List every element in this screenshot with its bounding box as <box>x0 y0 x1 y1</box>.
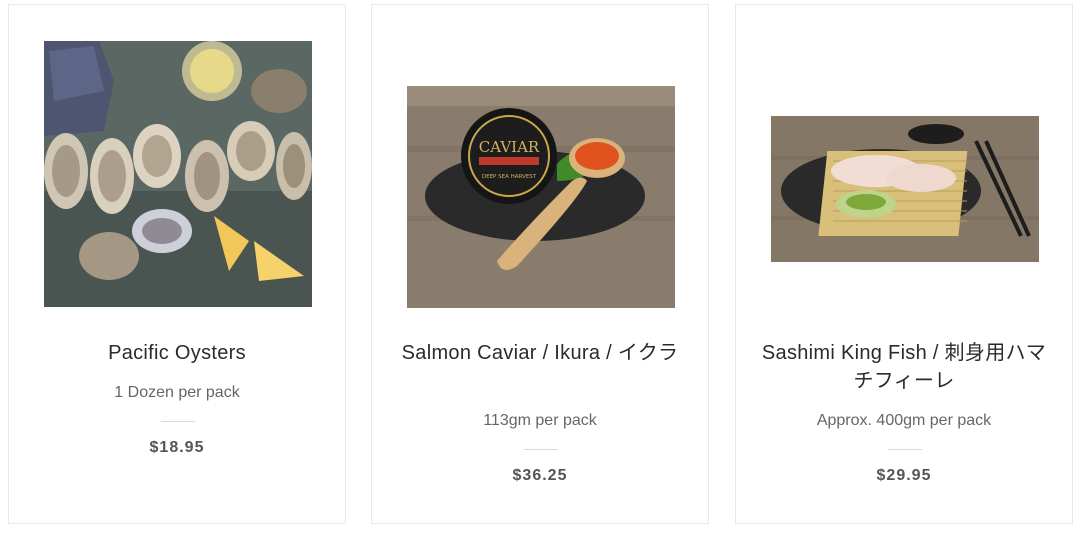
product-grid: Pacific Oysters 1 Dozen per pack $18.95 … <box>0 0 1080 535</box>
product-title[interactable]: Pacific Oysters <box>29 339 325 367</box>
product-price: $29.95 <box>876 467 932 484</box>
product-price: $36.25 <box>512 467 568 484</box>
jar-sublabel-text: DEEP SEA HARVEST <box>482 174 537 180</box>
product-pack-size: 113gm per pack <box>483 412 597 429</box>
product-image-pacific-oysters[interactable] <box>44 41 312 307</box>
oysters-photo <box>44 41 312 307</box>
product-card-pacific-oysters[interactable]: Pacific Oysters 1 Dozen per pack $18.95 <box>8 4 346 524</box>
divider <box>888 449 922 450</box>
product-title[interactable]: Sashimi King Fish / 刺身用ハマチフィーレ <box>756 339 1052 395</box>
sashimi-photo <box>771 116 1039 262</box>
product-title[interactable]: Salmon Caviar / Ikura / イクラ <box>392 339 688 367</box>
jar-label-text: CAVIAR <box>479 138 540 156</box>
product-card-sashimi-king-fish[interactable]: Sashimi King Fish / 刺身用ハマチフィーレ Approx. 4… <box>735 4 1073 524</box>
product-image-sashimi-king-fish[interactable] <box>771 116 1039 262</box>
product-price: $18.95 <box>149 439 205 456</box>
caviar-photo: CAVIAR DEEP SEA HARVEST <box>407 86 675 308</box>
divider <box>161 421 195 422</box>
product-pack-size: Approx. 400gm per pack <box>816 412 992 429</box>
divider <box>524 449 558 450</box>
product-image-salmon-caviar[interactable]: CAVIAR DEEP SEA HARVEST <box>407 86 675 308</box>
product-pack-size: 1 Dozen per pack <box>114 384 240 401</box>
product-card-salmon-caviar[interactable]: CAVIAR DEEP SEA HARVEST Salmon Caviar / … <box>371 4 709 524</box>
